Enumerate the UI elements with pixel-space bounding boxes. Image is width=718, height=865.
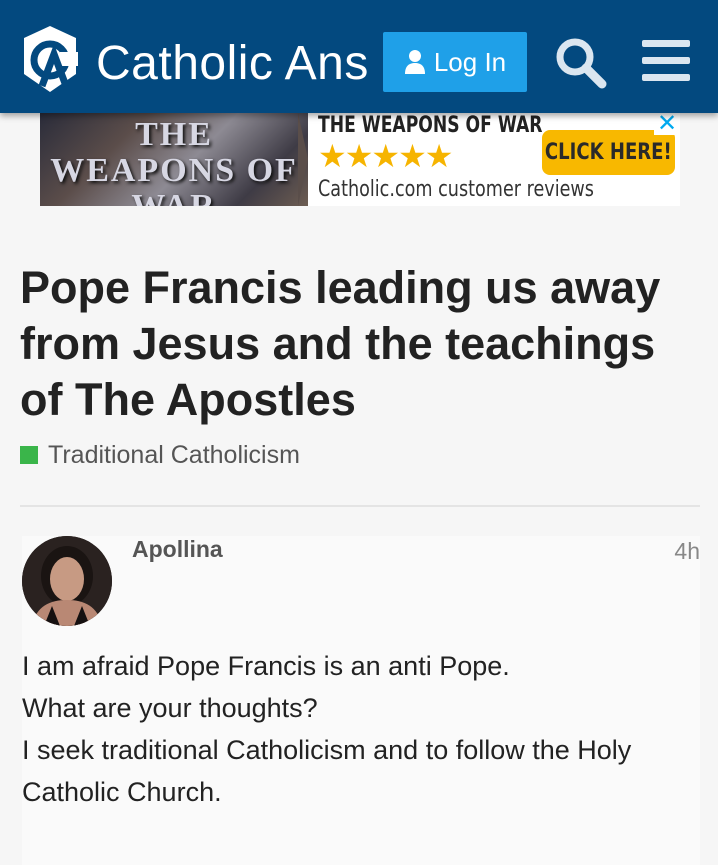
post-line: I seek traditional Catholicism and to fo… bbox=[22, 735, 632, 807]
user-icon bbox=[404, 50, 425, 74]
ad-cta-button[interactable]: CLICK HERE! bbox=[542, 130, 675, 175]
category-link[interactable]: Traditional Catholicism bbox=[20, 440, 300, 470]
avatar[interactable] bbox=[22, 536, 112, 626]
post-line: What are your thoughts? bbox=[22, 693, 318, 723]
login-button[interactable]: Log In bbox=[383, 32, 527, 92]
search-icon[interactable] bbox=[552, 34, 608, 90]
post: Apollina 4h I am afraid Pope Francis is … bbox=[22, 536, 700, 865]
login-label: Log In bbox=[433, 46, 507, 77]
post-body: I am afraid Pope Francis is an anti Pope… bbox=[22, 645, 682, 813]
ad-reviews-text: Catholic.com customer reviews bbox=[318, 177, 594, 202]
ad-image-title: THE WEAPONS OF WAR bbox=[50, 116, 298, 207]
avatar-image bbox=[22, 536, 112, 626]
ad-close-icon[interactable]: ✕ bbox=[654, 113, 680, 136]
site-brand-name[interactable]: Catholic Answers Forums bbox=[96, 34, 368, 94]
ad-divider bbox=[298, 113, 308, 206]
site-logo-icon[interactable] bbox=[20, 24, 80, 94]
category-color-badge bbox=[20, 446, 38, 464]
hamburger-icon[interactable] bbox=[640, 38, 692, 84]
post-timestamp[interactable]: 4h bbox=[674, 538, 700, 565]
ad-headline: THE WEAPONS OF WAR bbox=[318, 113, 543, 138]
ad-text-block: THE WEAPONS OF WAR ★★★★★ Catholic.com cu… bbox=[318, 113, 594, 206]
divider bbox=[20, 505, 700, 507]
topic-title[interactable]: Pope Francis leading us away from Jesus … bbox=[20, 260, 700, 428]
site-header: Catholic Answers Forums Log In bbox=[0, 0, 718, 113]
post-author[interactable]: Apollina bbox=[132, 536, 223, 563]
advertisement-banner[interactable]: THE WEAPONS OF WAR THE WEAPONS OF WAR ★★… bbox=[40, 113, 680, 206]
ad-cta-label: CLICK HERE! bbox=[545, 140, 672, 165]
post-line: I am afraid Pope Francis is an anti Pope… bbox=[22, 651, 510, 681]
category-name: Traditional Catholicism bbox=[48, 440, 300, 469]
star-rating-icon: ★★★★★ bbox=[318, 138, 453, 174]
ad-image: THE WEAPONS OF WAR bbox=[40, 113, 308, 206]
